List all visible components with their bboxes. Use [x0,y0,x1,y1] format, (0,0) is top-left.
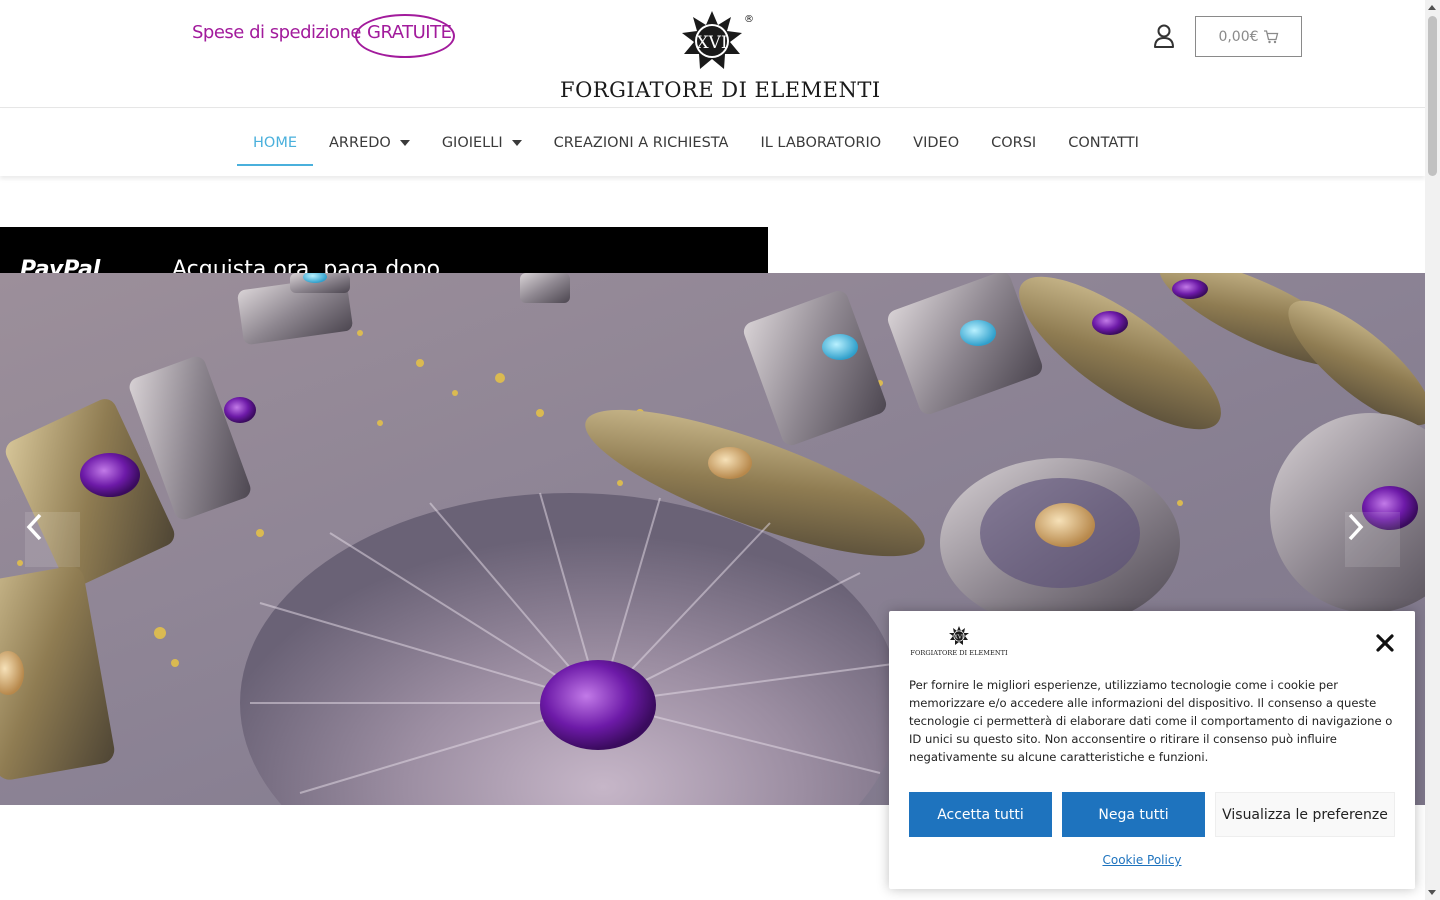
nav-label: CONTATTI [1068,134,1139,151]
paypal-message: Acquista ora, paga dopo [172,257,441,273]
nav-label: IL LABORATORIO [760,134,882,151]
logo-brand: FORGIATORE DI ELEMENTI [560,78,881,102]
paypal-banner[interactable]: PayPal Acquista ora, paga dopo [0,227,768,273]
chevron-left-icon [26,513,42,541]
logo-star-icon: XVI ® [682,11,754,69]
cookie-policy-link[interactable]: Cookie Policy [889,853,1395,867]
cart-icon [1263,29,1278,43]
cookie-logo-brand: FORGIATORE DI ELEMENTI [910,649,1008,657]
site-header: Spese di spedizione GRATUITE XVI ® FORGIA… [0,0,1425,108]
nav-label: VIDEO [913,134,960,151]
shipping-free-badge: GRATUITE [355,14,458,58]
scrollbar-thumb[interactable] [1428,16,1437,176]
slider-prev-button[interactable] [25,512,80,567]
cookie-consent-dialog: XVI FORGIATORE DI ELEMENTI Per fornire l… [889,611,1415,889]
deny-all-button[interactable]: Nega tutti [1062,792,1205,837]
nav-label: CREAZIONI A RICHIESTA [553,134,729,151]
nav-item-video[interactable]: VIDEO [897,109,975,176]
nav-label: GIOIELLI [441,134,503,151]
paypal-logo: PayPal [20,257,101,273]
cart-button[interactable]: 0,00€ [1195,16,1302,57]
nav-item-laboratorio[interactable]: IL LABORATORIO [744,109,897,176]
view-preferences-button[interactable]: Visualizza le preferenze [1215,792,1395,837]
slider-next-button[interactable] [1345,512,1400,567]
caret-down-icon [399,139,410,146]
shipping-text: Spese di spedizione [192,22,362,43]
close-icon [1376,634,1394,652]
logo-registered: ® [744,14,754,25]
nav-item-corsi[interactable]: CORSI [975,109,1052,176]
nav-label: HOME [253,134,297,151]
site-logo[interactable]: XVI ® FORGIATORE DI ELEMENTI [560,8,881,104]
shipping-notice: Spese di spedizione GRATUITE [192,14,458,58]
chevron-right-icon [1348,513,1364,541]
nav-label: CORSI [991,134,1037,151]
nav-item-arredo[interactable]: ARREDO [313,109,426,176]
nav-item-creazioni[interactable]: CREAZIONI A RICHIESTA [538,109,745,176]
nav-item-contatti[interactable]: CONTATTI [1052,109,1155,176]
account-button[interactable] [1150,22,1178,50]
page-scrollbar[interactable] [1425,0,1440,900]
close-button[interactable] [1375,633,1395,653]
logo-badge: XVI [696,33,727,53]
cookie-logo-badge: XVI [954,635,964,641]
logo-star-icon: XVI [949,626,969,645]
main-nav: HOME ARREDO GIOIELLI CREAZIONI A RICHIES… [0,109,1425,176]
scroll-down-icon[interactable] [1428,890,1436,895]
nav-item-gioielli[interactable]: GIOIELLI [426,109,538,176]
cookie-logo: XVI FORGIATORE DI ELEMENTI [909,625,1009,659]
scroll-up-icon[interactable] [1428,5,1436,10]
user-icon [1154,24,1174,48]
nav-item-home[interactable]: HOME [237,109,313,176]
caret-down-icon [511,139,522,146]
nav-label: ARREDO [329,134,391,151]
cart-total: 0,00€ [1218,28,1259,45]
cookie-description: Per fornire le migliori esperienze, util… [909,678,1393,764]
accept-all-button[interactable]: Accetta tutti [909,792,1052,837]
